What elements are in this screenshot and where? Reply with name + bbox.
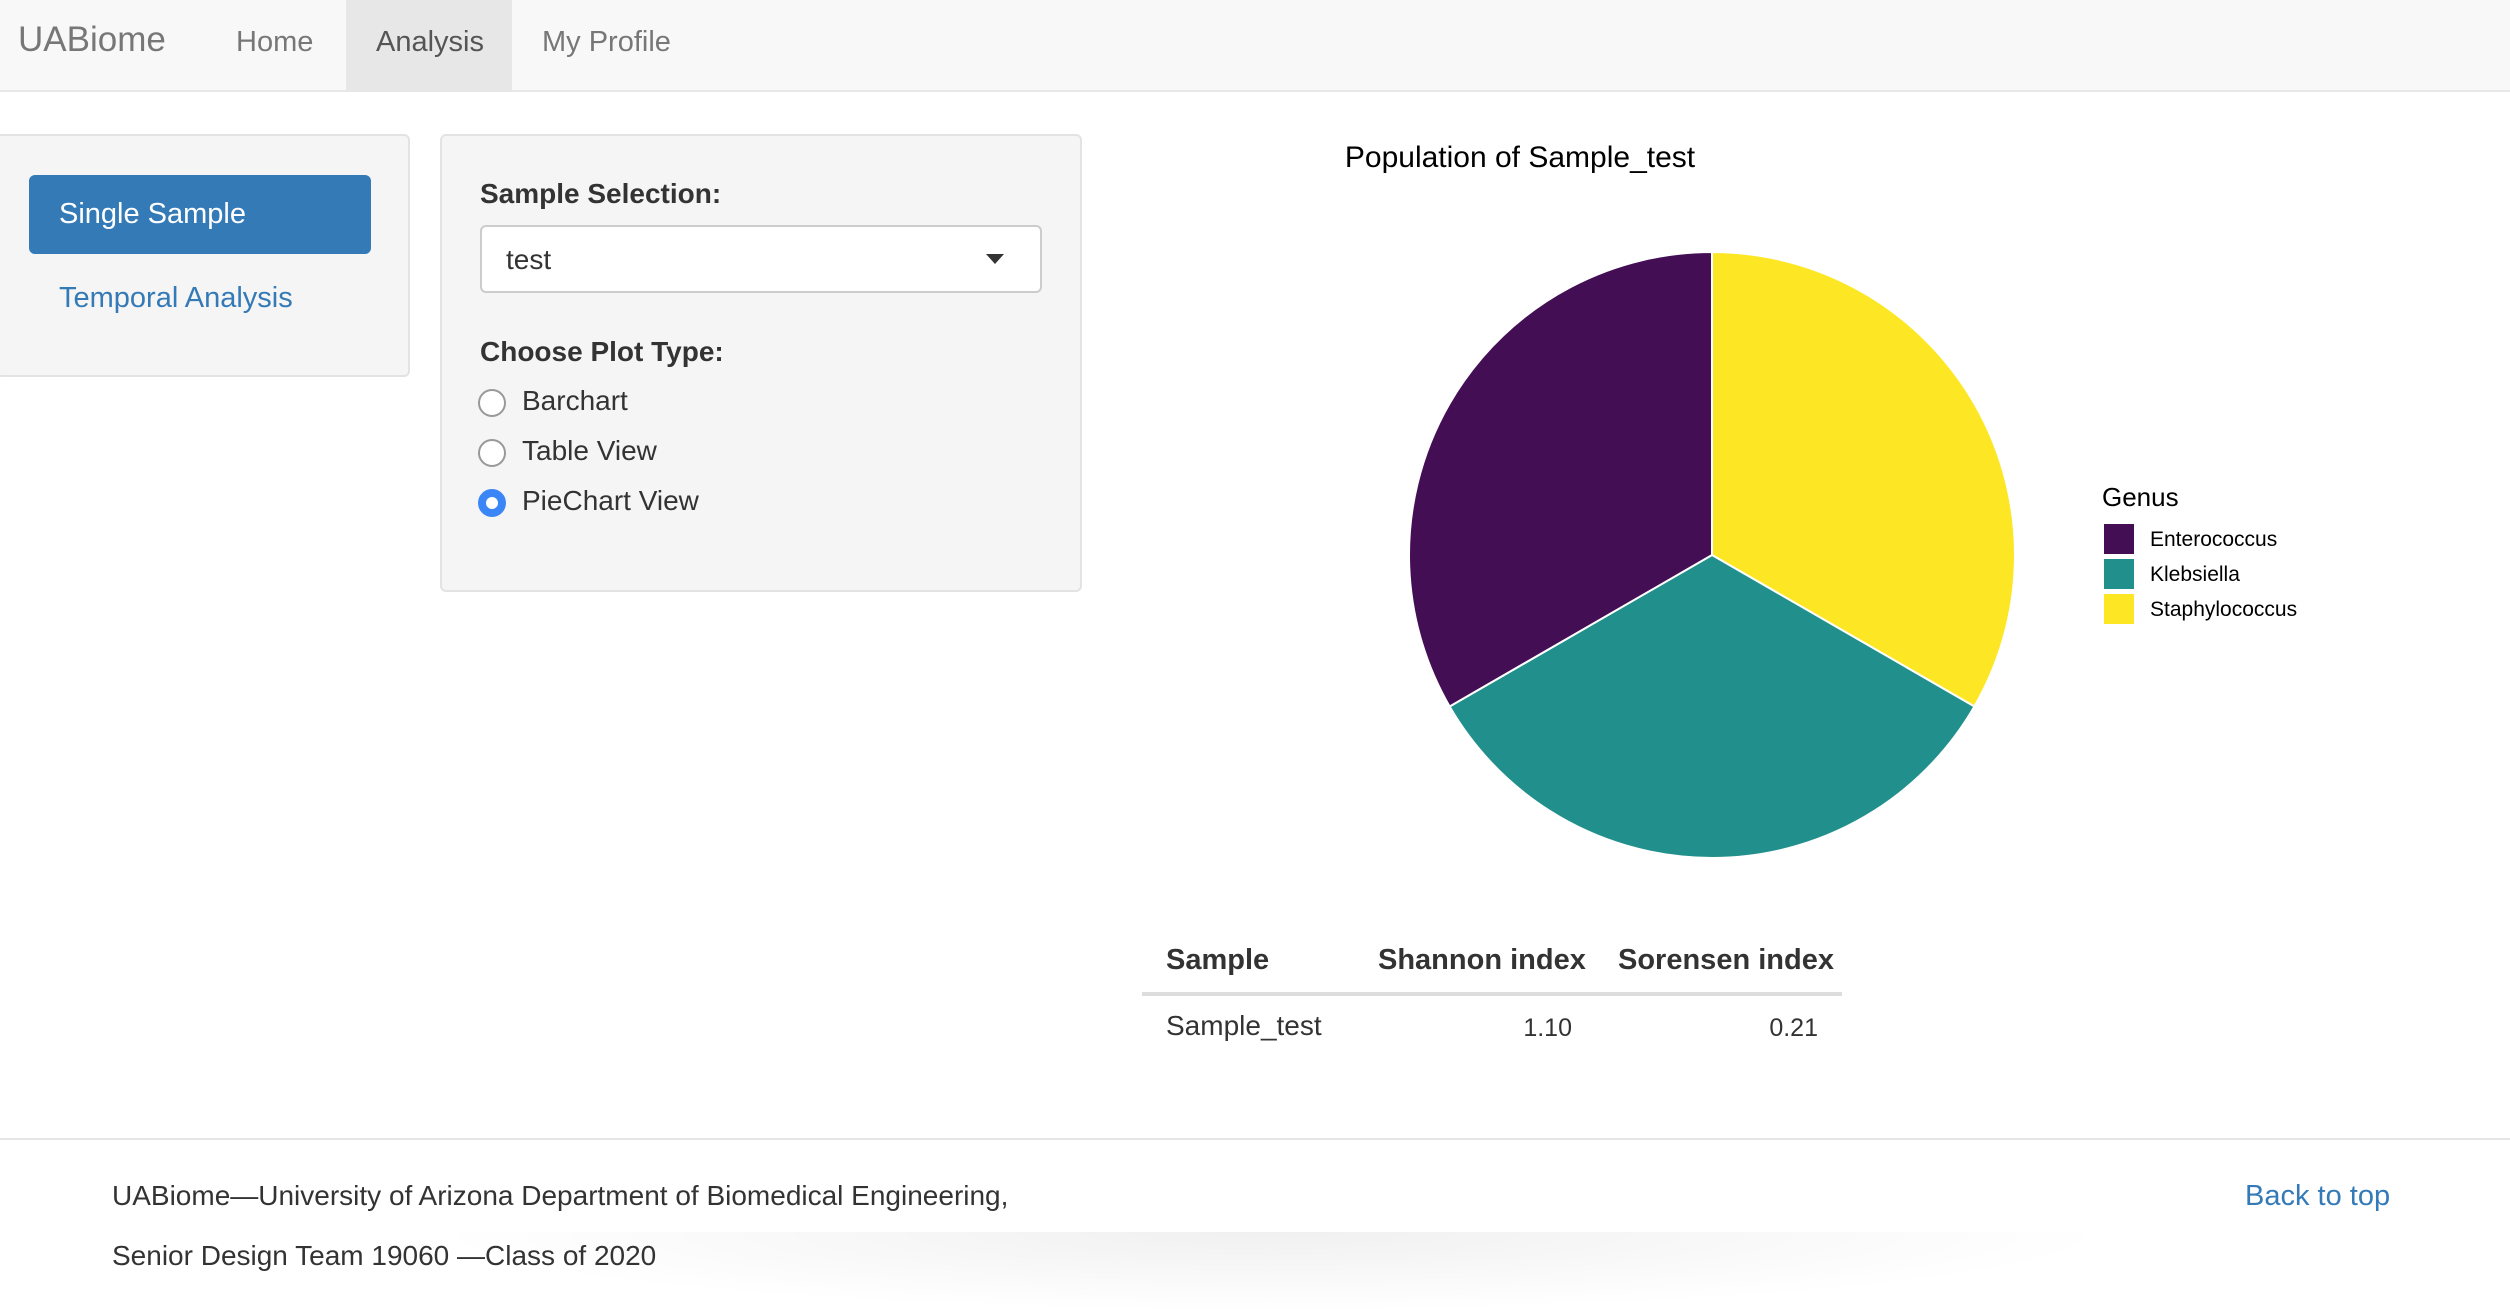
radio-button[interactable] — [478, 439, 506, 467]
footer-divider — [0, 1138, 2510, 1140]
brand-logo[interactable]: UABiome — [18, 20, 166, 60]
legend-swatch-enterococcus — [2104, 524, 2134, 554]
footer-line-2: Senior Design Team 19060 —Class of 2020 — [112, 1240, 657, 1271]
radio-label: Table View — [522, 435, 657, 466]
nav-tab-home[interactable]: Home — [206, 0, 346, 90]
legend-label-staphylococcus: Staphylococcus — [2150, 598, 2297, 621]
pie-chart: Population of Sample_test Genus Enteroco… — [1345, 141, 2297, 860]
radio-button-checked[interactable] — [478, 489, 506, 517]
legend-label-enterococcus: Enterococcus — [2150, 528, 2277, 551]
radio-label: PieChart View — [522, 485, 699, 516]
legend-title: Genus — [2102, 482, 2179, 512]
top-navbar: UABiome Home Analysis My Profile — [0, 0, 2510, 92]
controls-panel: Sample Selection: test Choose Plot Type:… — [440, 134, 1082, 592]
table-header-divider — [1142, 992, 1842, 996]
legend-label-klebsiella: Klebsiella — [2150, 563, 2240, 586]
sample-selection-label: Sample Selection: — [480, 178, 722, 209]
legend-swatch-klebsiella — [2104, 559, 2134, 589]
sample-select[interactable]: test — [480, 225, 1042, 293]
nav-tab-my-profile[interactable]: My Profile — [512, 0, 712, 90]
temporal-analysis-tab[interactable]: Temporal Analysis — [59, 282, 293, 315]
single-sample-tab[interactable]: Single Sample — [29, 175, 371, 254]
nav-tab-analysis[interactable]: Analysis — [346, 0, 512, 90]
chart-legend: Enterococcus Klebsiella Staphylococcus — [2104, 524, 2297, 624]
chevron-down-icon — [986, 254, 1004, 264]
pie-slices — [1407, 250, 2017, 860]
radio-label: Barchart — [522, 385, 628, 416]
legend-swatch-staphylococcus — [2104, 594, 2134, 624]
table-header-sample: Sample — [1166, 944, 1270, 976]
footer-shadow — [420, 1232, 2120, 1312]
table-cell-sample: Sample_test — [1166, 1010, 1322, 1041]
analysis-nav-panel: Single Sample Temporal Analysis — [0, 134, 410, 377]
back-to-top-link[interactable]: Back to top — [2245, 1180, 2390, 1213]
table-cell-shannon-index: 1.10 — [1523, 1014, 1572, 1042]
table-header-shannon-index: Shannon index — [1378, 944, 1586, 976]
table-header-sorensen-index: Sorensen index — [1618, 944, 1834, 976]
table-cell-sorensen-index: 0.21 — [1769, 1014, 1818, 1042]
plot-type-label: Choose Plot Type: — [480, 336, 724, 367]
radio-button[interactable] — [478, 389, 506, 417]
chart-title: Population of Sample_test — [1345, 141, 1696, 174]
footer-line-1: UABiome—University of Arizona Department… — [112, 1180, 1009, 1211]
sample-select-value: test — [506, 244, 552, 275]
